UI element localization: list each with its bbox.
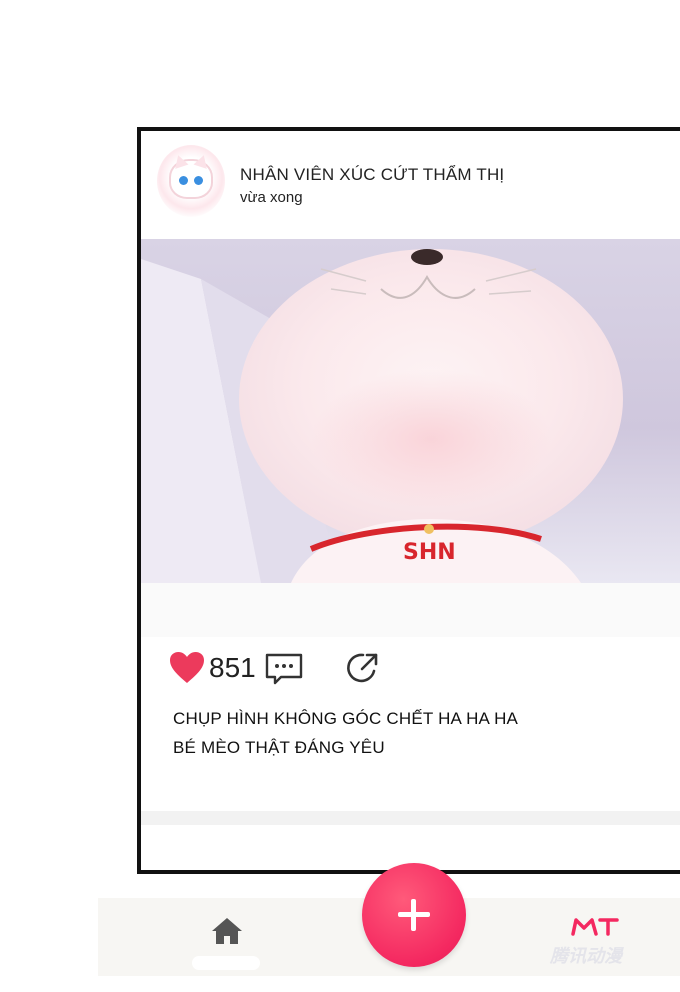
profile-icon[interactable] [570,914,620,936]
comment-icon[interactable] [265,653,303,685]
heart-icon[interactable] [169,651,205,685]
watermark-logo: 腾讯动漫 [550,946,622,966]
post-timestamp: vừa xong [240,189,303,206]
post-card: NHÂN VIÊN XÚC CỨT THẨM THỊ vừa xong SHN … [137,127,680,874]
share-icon[interactable] [346,651,380,685]
like-count: 851 [209,652,256,683]
post-actions: 851 [141,637,680,685]
post-photo[interactable]: SHN [141,239,680,583]
post-caption-line: BÉ MÈO THẬT ĐÁNG YÊU [173,738,385,757]
home-indicator [192,956,260,970]
collar-tag: SHN [403,540,456,565]
post-footer-divider [141,811,680,825]
cat-face-icon [171,153,211,197]
cat-photo-illustration: SHN [141,249,623,583]
photo-spacer [141,583,680,637]
post-header: NHÂN VIÊN XÚC CỨT THẨM THỊ vừa xong [141,131,680,239]
post-username[interactable]: NHÂN VIÊN XÚC CỨT THẨM THỊ [240,165,504,185]
post-caption-line: CHỤP HÌNH KHÔNG GÓC CHẾT HA HA HA [173,709,519,728]
home-icon[interactable] [210,916,244,946]
create-post-button[interactable] [362,863,466,967]
cat-avatar[interactable] [157,145,225,217]
